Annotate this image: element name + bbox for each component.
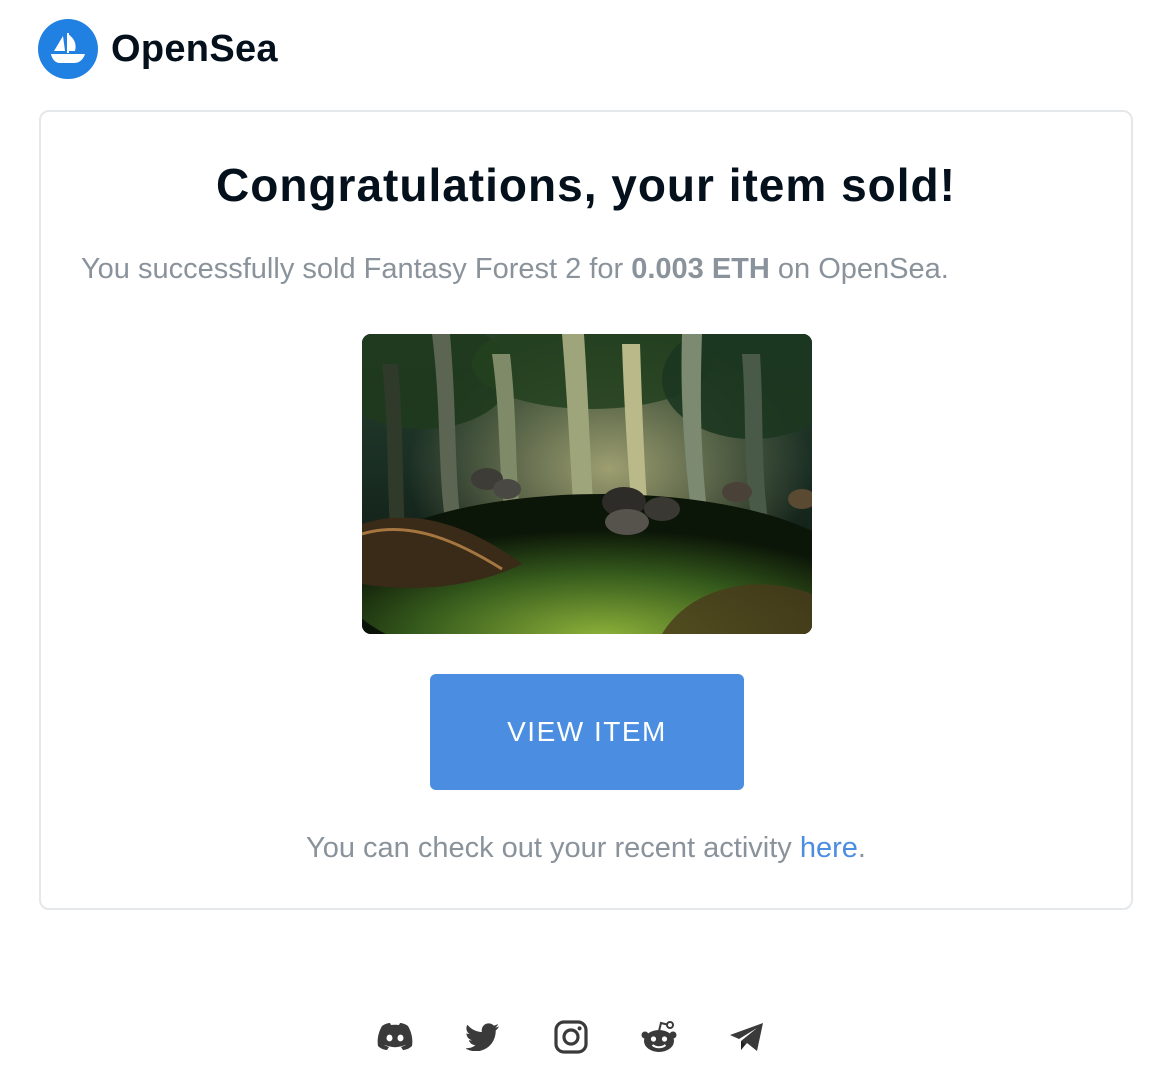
page-title: Congratulations, your item sold! <box>216 159 956 211</box>
reddit-icon[interactable] <box>636 1014 682 1060</box>
activity-here-link[interactable]: here <box>800 832 858 864</box>
brand-name[interactable]: OpenSea <box>111 28 278 71</box>
discord-icon[interactable] <box>372 1014 418 1060</box>
sale-price: 0.003 ETH <box>631 253 770 285</box>
instagram-icon[interactable] <box>548 1014 594 1060</box>
sale-summary-prefix: You successfully sold Fantasy Forest 2 f… <box>81 253 632 285</box>
opensea-logo-icon[interactable] <box>38 19 98 79</box>
telegram-icon[interactable] <box>724 1014 770 1060</box>
view-item-button[interactable]: VIEW ITEM <box>430 674 744 790</box>
activity-suffix: . <box>857 832 866 864</box>
twitter-icon[interactable] <box>460 1014 506 1060</box>
activity-prefix: You can check out your recent activity <box>306 832 800 864</box>
sale-summary-suffix: on OpenSea. <box>769 253 949 285</box>
social-links <box>372 1014 770 1060</box>
email-header: OpenSea <box>38 18 278 80</box>
activity-message: You can check out your recent activity h… <box>41 832 1131 865</box>
sale-summary: You successfully sold Fantasy Forest 2 f… <box>81 253 949 286</box>
sale-notification-card: Congratulations, your item sold! You suc… <box>39 110 1133 910</box>
item-image[interactable] <box>362 334 812 634</box>
